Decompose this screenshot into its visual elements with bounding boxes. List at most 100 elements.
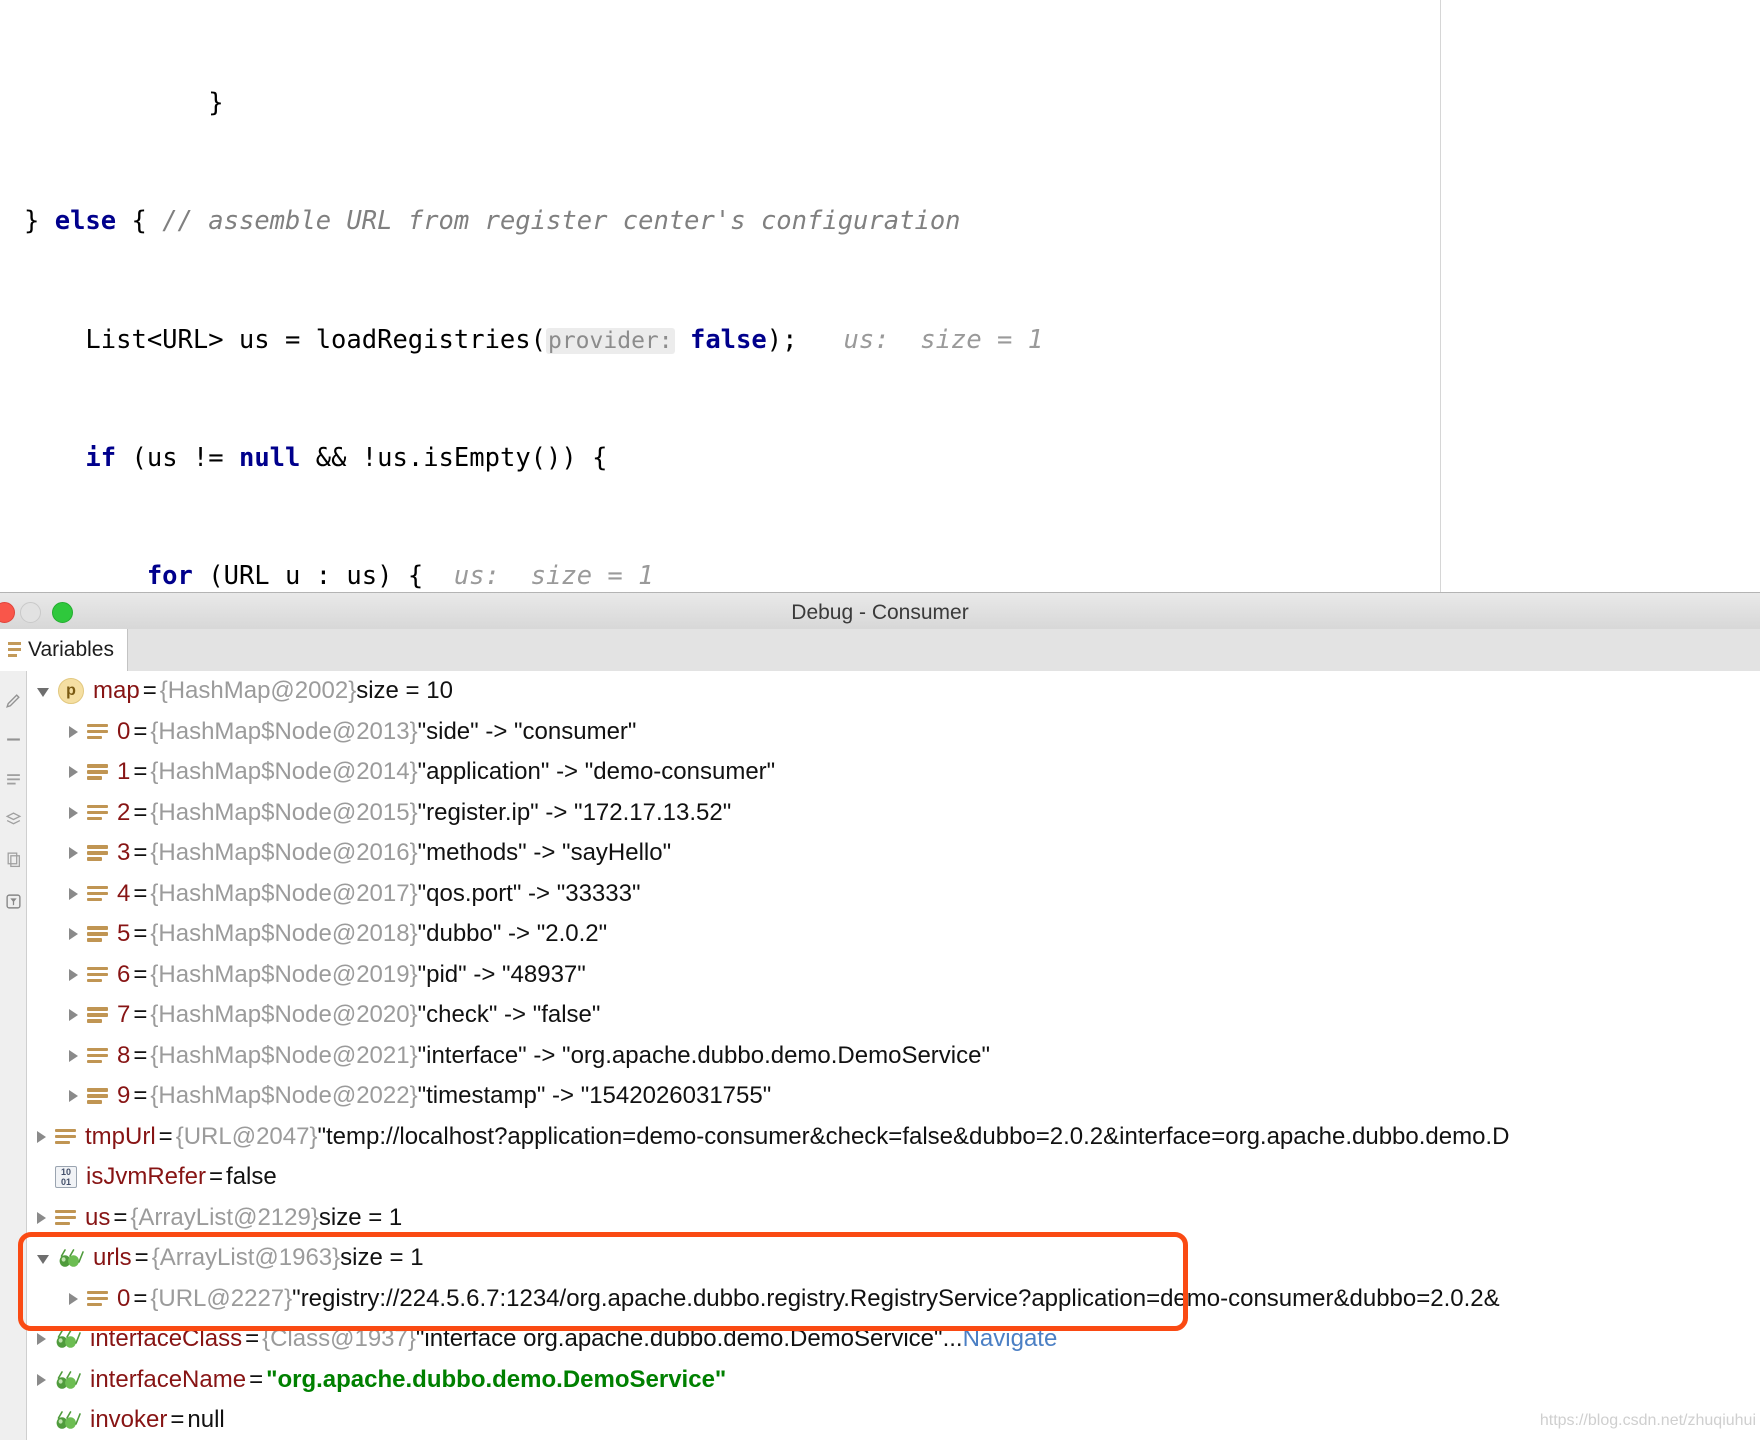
code-line: } else { // assemble URL from register c… — [24, 206, 961, 237]
expand-arrow-closed-icon[interactable] — [69, 1090, 78, 1103]
navigate-link[interactable]: Navigate — [963, 1325, 1058, 1353]
layers-icon[interactable] — [5, 811, 22, 828]
variable-reference: {HashMap$Node@2016} — [150, 839, 418, 867]
expand-arrow-open-icon[interactable] — [37, 1255, 49, 1265]
watch-binoculars-icon — [55, 1329, 81, 1349]
variables-tree[interactable]: p map = {HashMap@2002} size = 10 0 = {HashMap$… — [27, 671, 1760, 1440]
variable-reference: {URL@2047} — [175, 1122, 318, 1150]
expand-arrow-closed-icon[interactable] — [37, 1211, 46, 1224]
field-list-icon — [87, 925, 108, 943]
variable-row[interactable]: 3 = {HashMap$Node@2016} "methods" -> "sayH… — [27, 833, 1760, 874]
filter-icon[interactable] — [5, 893, 22, 910]
variable-row[interactable]: 2 = {HashMap$Node@2015} "register.ip" -> "… — [27, 793, 1760, 834]
expand-arrow-open-icon[interactable] — [37, 688, 49, 698]
field-list-icon — [87, 844, 108, 862]
equals-sign: = — [133, 717, 148, 745]
code-line: for (URL u : us) { us: size = 1 — [146, 561, 654, 592]
expand-arrow-closed-icon[interactable] — [37, 1130, 46, 1143]
expand-arrow-closed-icon[interactable] — [69, 847, 78, 860]
variable-value: "methods" -> "sayHello" — [417, 839, 672, 867]
variable-reference: {HashMap$Node@2018} — [150, 920, 418, 948]
variable-reference: {ArrayList@2129} — [130, 1203, 319, 1231]
variable-row[interactable]: 0 = {URL@2227} "registry://224.5.6.7:1234/… — [27, 1279, 1760, 1320]
equals-sign: = — [133, 839, 148, 867]
code-line: if (us != null && !us.isEmpty()) { — [85, 442, 608, 473]
expand-arrow-closed-icon[interactable] — [69, 1292, 78, 1305]
variable-row[interactable]: 0 = {HashMap$Node@2013} "side" -> "consume… — [27, 712, 1760, 753]
tab-variables-label: Variables — [28, 638, 114, 661]
variable-name: interfaceClass — [90, 1325, 243, 1353]
variable-name: interfaceName — [90, 1365, 247, 1393]
variable-name: map — [93, 677, 140, 705]
expand-arrow-closed-icon[interactable] — [69, 928, 78, 941]
expand-arrow-closed-icon[interactable] — [37, 1333, 46, 1346]
variable-reference: {Class@1937} — [262, 1325, 416, 1353]
variable-name: us — [85, 1203, 111, 1231]
pencil-icon[interactable] — [5, 693, 22, 710]
debugger-side-toolbar[interactable] — [0, 671, 27, 1440]
variable-name: 4 — [117, 879, 131, 907]
variable-row[interactable]: 6 = {HashMap$Node@2019} "pid" -> "48937" — [27, 955, 1760, 996]
variable-value: false — [226, 1163, 277, 1191]
variable-row[interactable]: invoker = null — [27, 1400, 1760, 1440]
expand-arrow-closed-icon[interactable] — [37, 1373, 46, 1386]
variable-row[interactable]: p map = {HashMap@2002} size = 10 — [27, 671, 1760, 712]
field-list-icon — [87, 1290, 108, 1308]
expand-arrow-closed-icon[interactable] — [69, 968, 78, 981]
variable-reference: {HashMap$Node@2022} — [150, 1082, 418, 1110]
expand-arrow-closed-icon[interactable] — [69, 766, 78, 779]
variable-value: "registry://224.5.6.7:1234/org.apache.du… — [292, 1284, 1500, 1312]
variable-reference: {URL@2227} — [150, 1284, 293, 1312]
code-editor[interactable]: } } else { // assemble URL from register… — [0, 0, 1760, 592]
variable-row[interactable]: interfaceClass = {Class@1937} "interface o… — [27, 1319, 1760, 1360]
expand-arrow-closed-icon[interactable] — [69, 806, 78, 819]
variable-row[interactable]: 7 = {HashMap$Node@2020} "check" -> "false" — [27, 995, 1760, 1036]
equals-sign: = — [209, 1163, 224, 1191]
variable-value: null — [187, 1406, 225, 1434]
equals-sign: = — [133, 920, 148, 948]
variable-row[interactable]: 8 = {HashMap$Node@2021} "interface" -> "or… — [27, 1036, 1760, 1077]
variable-row[interactable]: 9 = {HashMap$Node@2022} "timestamp" -> "15… — [27, 1076, 1760, 1117]
list-icon[interactable] — [5, 771, 22, 788]
expand-arrow-closed-icon[interactable] — [69, 887, 78, 900]
variable-row[interactable]: 10 01 isJvmRefer = false — [27, 1157, 1760, 1198]
watch-binoculars-icon — [55, 1410, 81, 1430]
tab-variables[interactable]: Variables — [0, 629, 128, 671]
copy-icon[interactable] — [5, 851, 22, 868]
expand-arrow-closed-icon[interactable] — [69, 1009, 78, 1022]
variable-value: size = 1 — [340, 1244, 424, 1272]
field-list-icon — [87, 1006, 108, 1024]
variable-row[interactable]: urls = {ArrayList@1963} size = 1 — [27, 1238, 1760, 1279]
variable-row[interactable]: tmpUrl = {URL@2047} "temp://localhost?appl… — [27, 1117, 1760, 1158]
variable-row[interactable]: 5 = {HashMap$Node@2018} "dubbo" -> "2.0.2" — [27, 914, 1760, 955]
expand-arrow-closed-icon[interactable] — [69, 1049, 78, 1062]
variable-name: 3 — [117, 839, 131, 867]
variable-name: 0 — [117, 717, 131, 745]
variable-name: 1 — [117, 758, 131, 786]
equals-sign: = — [133, 879, 148, 907]
minus-icon[interactable] — [5, 731, 22, 748]
equals-sign: = — [170, 1406, 185, 1434]
variable-row[interactable]: interfaceName = "org.apache.dubbo.demo.Dem… — [27, 1360, 1760, 1401]
watch-binoculars-icon — [55, 1370, 81, 1390]
equals-sign: = — [134, 1244, 149, 1272]
variable-name: urls — [93, 1244, 132, 1272]
variable-row[interactable]: us = {ArrayList@2129} size = 1 — [27, 1198, 1760, 1239]
variable-reference: {HashMap$Node@2021} — [150, 1041, 418, 1069]
variable-name: isJvmRefer — [86, 1163, 207, 1191]
variable-name: 9 — [117, 1082, 131, 1110]
variable-reference: {HashMap$Node@2015} — [150, 798, 418, 826]
variable-value: "side" -> "consumer" — [417, 717, 637, 745]
value-ellipsis: ... — [942, 1325, 963, 1353]
field-list-icon — [55, 1128, 76, 1146]
variable-row[interactable]: 1 = {HashMap$Node@2014} "application" -> "… — [27, 752, 1760, 793]
variable-value: size = 1 — [318, 1203, 403, 1231]
variable-value: "application" -> "demo-consumer" — [417, 758, 776, 786]
equals-sign: = — [133, 1001, 148, 1029]
variable-row[interactable]: 4 = {HashMap$Node@2017} "qos.port" -> "333… — [27, 874, 1760, 915]
variable-reference: {HashMap$Node@2020} — [150, 1001, 418, 1029]
debug-tabbar: Variables — [0, 629, 1760, 672]
variable-reference: {HashMap$Node@2014} — [150, 758, 418, 786]
variable-value: "interface org.apache.dubbo.demo.DemoSer… — [415, 1325, 943, 1353]
expand-arrow-closed-icon[interactable] — [69, 725, 78, 738]
